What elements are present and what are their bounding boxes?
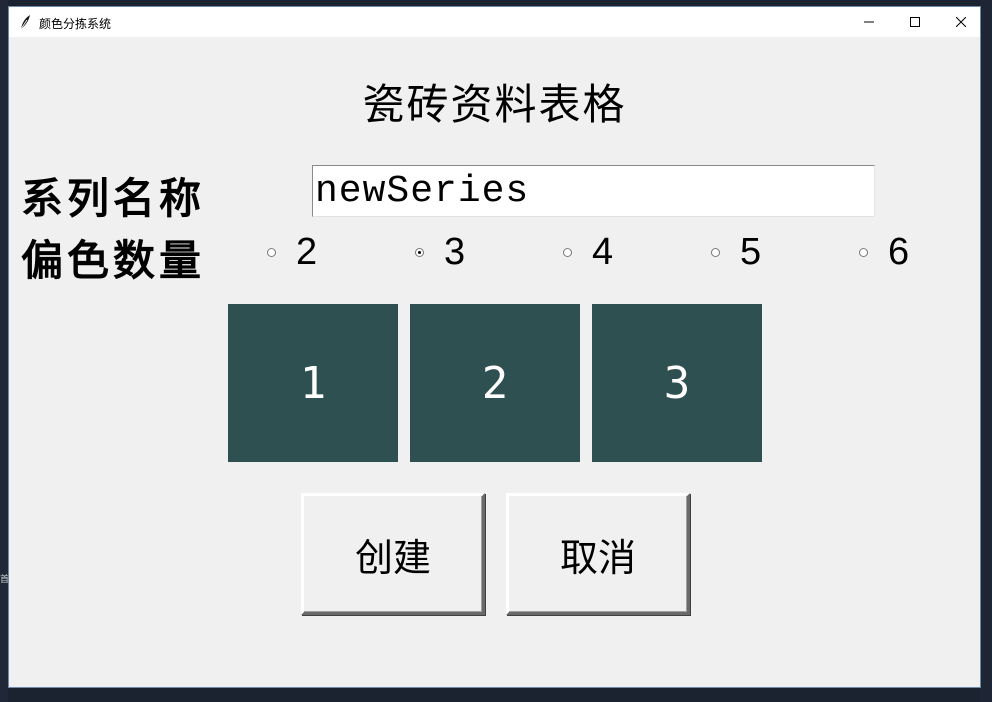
series-name-input[interactable] (312, 165, 875, 217)
color-count-option-2[interactable]: 2 (267, 229, 317, 275)
series-name-label: 系列名称 (21, 174, 206, 223)
app-window: 颜色分拣系统 瓷砖资料表格 系列名称 偏色数量 2 (8, 6, 981, 688)
radio-label: 6 (888, 230, 910, 273)
close-icon (956, 17, 966, 27)
title-bar[interactable]: 颜色分拣系统 (9, 7, 980, 37)
color-swatch-1[interactable]: 1 (228, 304, 398, 462)
radio-button[interactable] (563, 247, 572, 257)
swatch-label: 2 (481, 357, 509, 409)
minimize-button[interactable] (846, 7, 892, 37)
radio-label: 2 (296, 230, 318, 273)
close-button[interactable] (938, 7, 984, 37)
minimize-icon (864, 17, 874, 27)
radio-label: 3 (444, 230, 466, 273)
create-button[interactable]: 创建 (301, 493, 485, 615)
radio-button[interactable] (859, 247, 868, 257)
page-title: 瓷砖资料表格 (362, 80, 627, 129)
color-swatch-2[interactable]: 2 (410, 304, 580, 462)
swatch-label: 1 (299, 357, 327, 409)
desktop-background-left (0, 0, 8, 702)
color-count-radio-group: 2 3 4 5 6 (9, 229, 982, 275)
color-count-option-4[interactable]: 4 (563, 229, 613, 275)
swatch-label: 3 (663, 357, 691, 409)
radio-label: 5 (740, 230, 762, 273)
desktop-background-right (980, 0, 992, 702)
window-title: 颜色分拣系统 (39, 17, 112, 31)
color-count-option-6[interactable]: 6 (859, 229, 909, 275)
color-swatch-3[interactable]: 3 (592, 304, 762, 462)
color-count-option-3[interactable]: 3 (415, 229, 465, 275)
maximize-button[interactable] (892, 7, 938, 37)
radio-button[interactable] (711, 247, 720, 257)
feather-icon (18, 14, 32, 30)
radio-label: 4 (592, 230, 614, 273)
form-content: 瓷砖资料表格 系列名称 偏色数量 2 3 4 5 6 (9, 37, 980, 687)
color-count-option-5[interactable]: 5 (711, 229, 761, 275)
radio-button-selected[interactable] (415, 247, 424, 257)
cancel-button[interactable]: 取消 (506, 493, 690, 615)
radio-button[interactable] (267, 247, 276, 257)
maximize-icon (910, 17, 920, 27)
